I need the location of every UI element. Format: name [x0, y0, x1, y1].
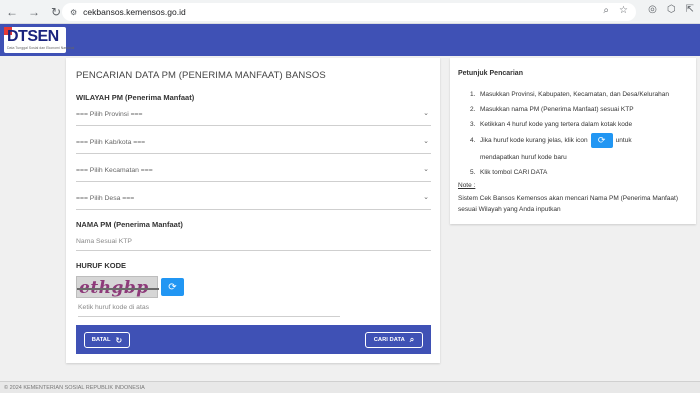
search-icon: ⌕	[409, 335, 415, 344]
extensions-icon[interactable]: ⬡	[667, 4, 676, 15]
dtsen-logo[interactable]: DTSEN Data Tunggal Sosial dan Ekonomi Na…	[4, 27, 74, 53]
help-step-text: Masukkan Provinsi, Kabupaten, Kecamatan,…	[480, 91, 669, 98]
bookmark-star-icon[interactable]: ☆	[619, 5, 628, 16]
refresh-captcha-button[interactable]: ⟳	[161, 278, 184, 296]
chevron-down-icon: ⌄	[423, 194, 429, 201]
search-form-card: PENCARIAN DATA PM (PENERIMA MANFAAT) BAN…	[66, 58, 440, 363]
batal-label: BATAL	[91, 337, 111, 343]
note-label: Note :	[458, 182, 476, 189]
kode-placeholder: Ketik huruf kode di atas	[78, 304, 150, 311]
chevron-down-icon: ⌄	[423, 166, 429, 173]
help-title: Petunjuk Pencarian	[458, 70, 523, 77]
help-step-text: mendapatkan huruf kode baru	[480, 154, 567, 161]
footer-text: © 2024 KEMENTERIAN SOSIAL REPUBLIK INDON…	[4, 385, 145, 391]
provinsi-select[interactable]: === Pilih Provinsi === ⌄	[76, 106, 431, 126]
address-bar[interactable]: ⚙ cekbansos.kemensos.go.id ⌕ ☆	[62, 3, 636, 21]
chevron-down-icon: ⌄	[423, 138, 429, 145]
help-step: 2. Masukkan nama PM (Penerima Manfaat) se…	[470, 106, 634, 113]
refresh-icon: ⟳	[168, 281, 177, 293]
help-step-suffix: untuk	[615, 137, 632, 144]
translate-icon[interactable]: ◎	[648, 4, 657, 15]
batal-button[interactable]: BATAL ↻	[84, 332, 130, 348]
cari-data-button[interactable]: CARI DATA ⌕	[365, 332, 423, 348]
kecamatan-value: === Pilih Kecamatan ===	[76, 167, 153, 174]
nama-label: NAMA PM (Penerima Manfaat)	[76, 220, 183, 229]
help-step-text: Ketikkan 4 huruf kode yang tertera dalam…	[480, 121, 633, 128]
help-step: 5. Klik tombol CARI DATA	[470, 169, 548, 176]
nama-placeholder: Nama Sesuai KTP	[76, 238, 132, 245]
url-text: cekbansos.kemensos.go.id	[83, 7, 186, 17]
refresh-icon: ⟳	[590, 132, 613, 148]
forward-arrow-icon[interactable]: →	[24, 2, 44, 22]
kode-input[interactable]: Ketik huruf kode di atas	[78, 299, 340, 317]
site-settings-icon[interactable]: ⚙	[70, 8, 77, 17]
help-step-text: Klik tombol CARI DATA	[480, 169, 548, 176]
help-step: 4. Jika huruf kode kurang jelas, klik ico…	[470, 132, 692, 150]
page-footer: © 2024 KEMENTERIAN SOSIAL REPUBLIK INDON…	[0, 381, 700, 393]
app-header: DTSEN Data Tunggal Sosial dan Ekonomi Na…	[0, 24, 700, 56]
back-arrow-icon[interactable]: ←	[2, 2, 22, 22]
desa-value: === Pilih Desa ===	[76, 195, 135, 202]
kode-label: HURUF KODE	[76, 261, 126, 270]
cari-label: CARI DATA	[373, 337, 405, 343]
form-title: PENCARIAN DATA PM (PENERIMA MANFAAT) BAN…	[76, 70, 326, 81]
kecamatan-select[interactable]: === Pilih Kecamatan === ⌄	[76, 162, 431, 182]
form-action-bar: BATAL ↻ CARI DATA ⌕	[76, 325, 431, 354]
help-step-text: Masukkan nama PM (Penerima Manfaat) sesu…	[480, 106, 634, 113]
help-step: 1. Masukkan Provinsi, Kabupaten, Kecamata…	[470, 91, 669, 98]
browser-toolbar: ← → ↻ ⚙ cekbansos.kemensos.go.id ⌕ ☆ ◎ ⬡…	[0, 0, 700, 24]
help-step-continued: mendapatkan huruf kode baru	[470, 150, 692, 165]
help-step: 3. Ketikkan 4 huruf kode yang tertera dal…	[470, 121, 633, 128]
zoom-icon[interactable]: ⌕	[603, 5, 609, 16]
captcha-strike-line	[77, 288, 159, 290]
kabkota-select[interactable]: === Pilih Kab/kota === ⌄	[76, 134, 431, 154]
nama-input[interactable]: Nama Sesuai KTP	[76, 233, 431, 251]
help-steps: 1. Masukkan Provinsi, Kabupaten, Kecamata…	[470, 87, 692, 180]
logo-subtext: Data Tunggal Sosial dan Ekonomi Nasional	[7, 46, 75, 50]
help-card: Petunjuk Pencarian 1. Masukkan Provinsi, …	[450, 58, 696, 224]
help-step-text: Jika huruf kode kurang jelas, klik icon	[480, 137, 588, 144]
kabkota-value: === Pilih Kab/kota ===	[76, 139, 146, 146]
captcha-image: ethgbp	[76, 276, 159, 298]
reset-icon: ↻	[115, 335, 123, 345]
chevron-down-icon: ⌄	[423, 110, 429, 117]
logo-text: DTSEN	[7, 28, 59, 45]
desa-select[interactable]: === Pilih Desa === ⌄	[76, 190, 431, 210]
wilayah-label: WILAYAH PM (Penerima Manfaat)	[76, 93, 195, 102]
share-icon[interactable]: ⇱	[686, 4, 694, 15]
note-text: Sistem Cek Bansos Kemensos akan mencari …	[458, 195, 679, 213]
provinsi-value: === Pilih Provinsi ===	[76, 111, 143, 118]
